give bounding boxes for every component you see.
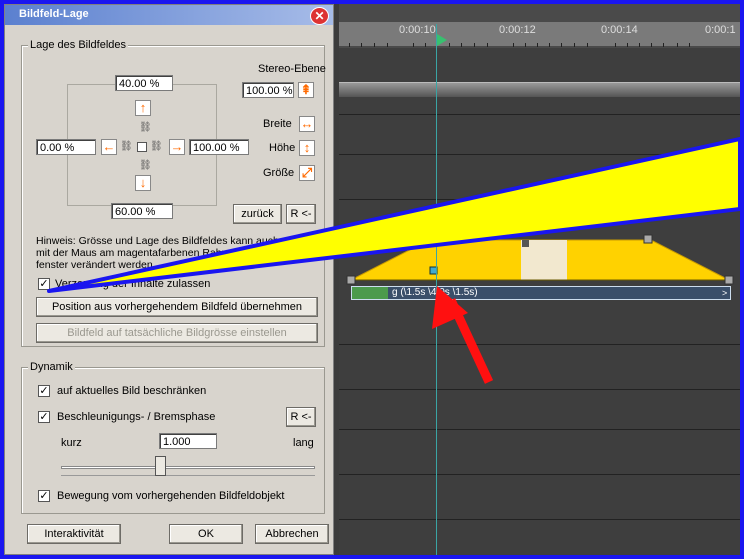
screen-frame: 0:00:10 0:00:12 0:00:14 0:00:1 g (\1.5s … (4, 4, 740, 555)
annotation-overlay (47, 137, 740, 384)
red-pointer-arrow (432, 286, 494, 384)
highlight-ray (47, 137, 740, 293)
